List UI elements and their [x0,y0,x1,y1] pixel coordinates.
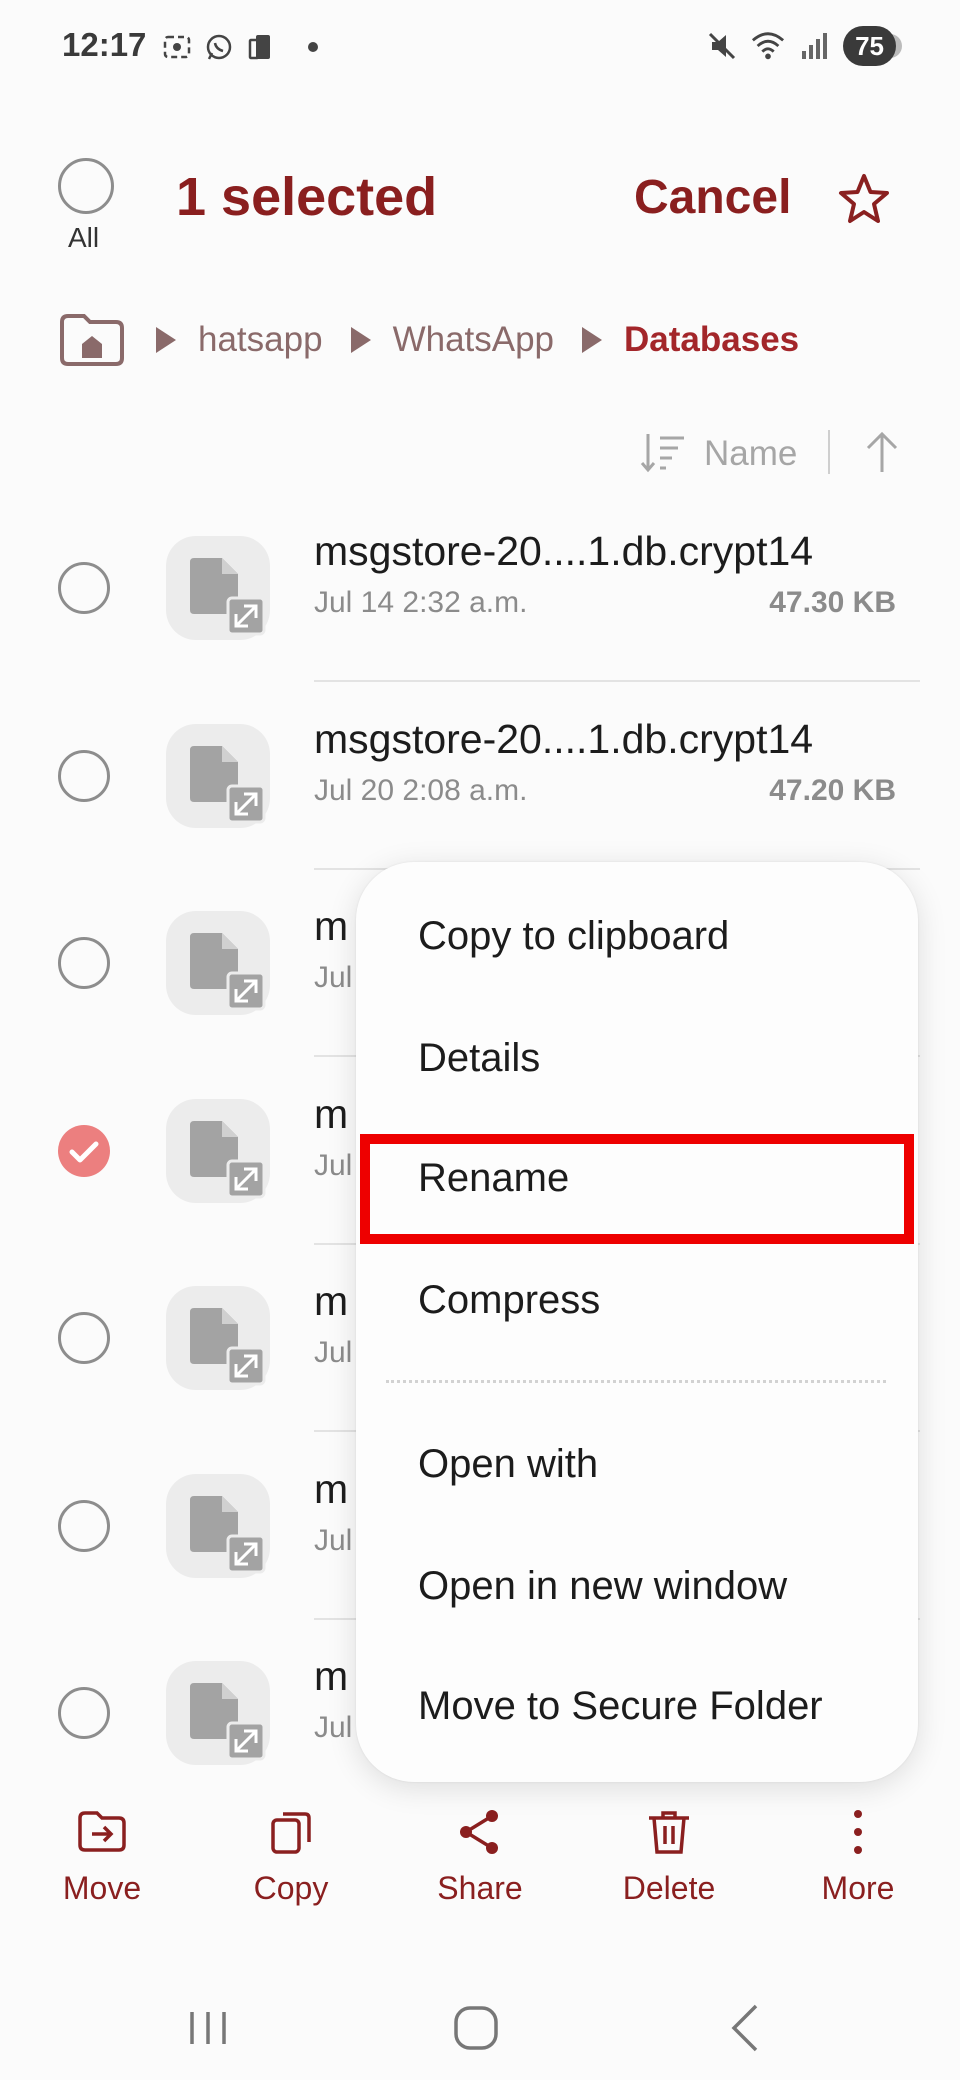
more-button[interactable]: More [778,1806,938,1907]
row-checkbox[interactable] [58,937,110,989]
file-shortcut-icon [166,1473,270,1578]
file-name: msgstore-20....1.db.crypt14 [314,715,814,762]
row-checkbox[interactable] [58,562,110,614]
menu-item-compress[interactable]: Compress [418,1278,600,1323]
divider [828,430,830,474]
file-name: m [314,1465,349,1512]
trash-icon [649,1811,689,1854]
row-checkbox-checked[interactable] [58,1124,110,1177]
file-shortcut-icon [166,1286,270,1390]
file-date: Jul [314,961,353,994]
file-date: Jul [314,1523,353,1557]
row-checkbox[interactable] [58,1687,110,1739]
menu-item-move-to-secure-folder[interactable]: Move to Secure Folder [418,1684,823,1729]
file-name: m [314,1278,349,1324]
home-folder-icon[interactable] [58,312,126,368]
status-bar: 12:17 75 [0,0,960,96]
file-date: Jul [314,1336,353,1369]
more-label: More [821,1870,895,1906]
device-icon [244,30,278,64]
checkmark-icon [69,1141,99,1162]
share-icon [460,1810,498,1854]
file-name: m [314,903,349,949]
home-icon[interactable] [446,1998,506,2058]
file-date: Jul 20 2:08 a.m. [314,773,528,807]
wifi-icon [751,29,785,63]
delete-label: Delete [622,1870,716,1906]
back-icon[interactable] [716,1998,776,2058]
signal-icon [797,29,831,63]
share-label: Share [437,1870,523,1906]
file-row[interactable]: msgstore-20....1.db.crypt14 Jul 14 2:32 a… [0,494,960,682]
select-all-checkbox[interactable] [58,158,114,214]
file-date: Jul 14 2:32 a.m. [314,586,528,619]
notification-icons [160,30,318,64]
file-name: m [314,1653,349,1699]
sort-icon[interactable] [640,430,688,474]
system-nav-bar [0,1980,960,2080]
chevron-right-icon [350,327,371,353]
breadcrumb-item[interactable]: WhatsApp [350,320,554,360]
row-checkbox[interactable] [58,1312,110,1364]
sort-label[interactable]: Name [704,434,797,474]
copy-button[interactable]: Copy [211,1806,371,1907]
file-shortcut-icon [166,911,270,1015]
screenshot-icon [160,30,194,64]
chevron-right-icon [156,327,176,353]
chevron-right-icon [582,327,603,353]
file-shortcut-icon [166,1098,270,1203]
cancel-button[interactable]: Cancel [634,170,791,225]
move-label: Move [62,1870,142,1906]
menu-item-open-in-new-window[interactable]: Open in new window [418,1564,787,1609]
mute-icon [705,29,739,63]
more-vertical-icon [854,1810,862,1854]
context-menu: Copy to clipboard Details Rename Compres… [356,862,918,1782]
copy-label: Copy [253,1870,329,1906]
status-time: 12:17 [62,26,147,63]
breadcrumb-current[interactable]: Databases [582,320,799,360]
file-shortcut-icon [166,723,270,828]
rename-highlight-box [360,1134,914,1244]
arrow-up-icon[interactable] [862,430,902,474]
file-name: m [314,1090,349,1137]
file-shortcut-icon [166,1661,270,1765]
menu-item-copy-to-clipboard[interactable]: Copy to clipboard [418,914,729,959]
row-checkbox[interactable] [58,1499,110,1552]
file-size: 47.30 KB [769,586,896,619]
whatsapp-icon [202,30,236,64]
file-size: 47.20 KB [769,773,896,807]
file-name: msgstore-20....1.db.crypt14 [314,528,814,574]
breadcrumb: hatsapp WhatsApp Databases [58,310,799,370]
file-shortcut-icon [166,536,270,640]
copy-icon [271,1812,311,1854]
battery-indicator: 75 [843,26,902,66]
move-button[interactable]: Move [22,1806,182,1907]
page-title: 1 selected [176,167,438,227]
menu-divider [386,1380,886,1383]
more-notifications-icon [308,42,318,52]
recent-apps-icon[interactable] [178,1998,238,2058]
favorite-star-icon[interactable] [836,172,892,228]
menu-item-details[interactable]: Details [418,1036,540,1081]
share-button[interactable]: Share [400,1806,560,1907]
delete-button[interactable]: Delete [589,1806,749,1907]
file-row[interactable]: msgstore-20....1.db.crypt14 Jul 20 2:08 a… [0,682,960,870]
file-date: Jul [314,1148,353,1182]
row-checkbox[interactable] [58,749,110,802]
menu-item-open-with[interactable]: Open with [418,1442,598,1487]
file-date: Jul [314,1711,353,1744]
breadcrumb-item[interactable]: hatsapp [156,320,323,360]
select-all-label: All [68,222,100,253]
bottom-action-bar: Move Copy Share Delete More [0,1806,960,1936]
move-folder-icon [78,1811,126,1852]
system-icons: 75 [705,26,902,66]
